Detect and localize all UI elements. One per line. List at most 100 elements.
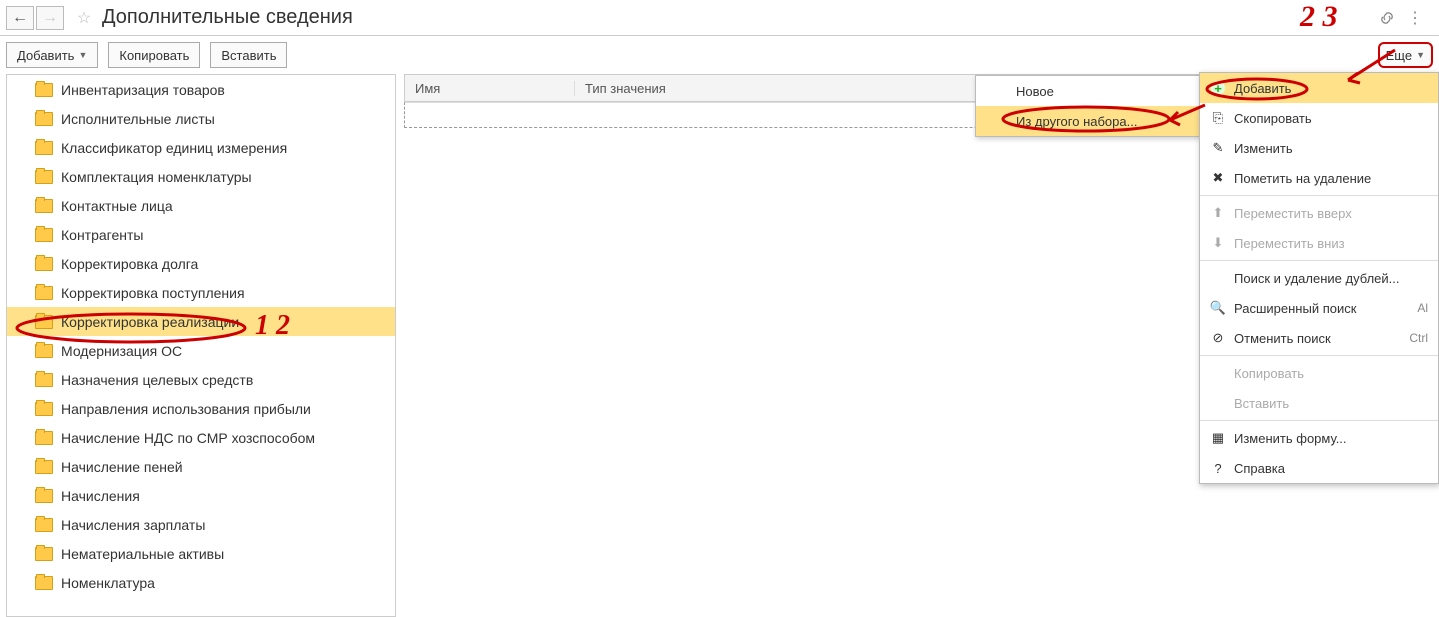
folder-icon (35, 83, 53, 97)
tree-item-label: Классификатор единиц измерения (61, 140, 287, 156)
copy-icon: ⎘ (1210, 110, 1226, 126)
tree-item[interactable]: Классификатор единиц измерения (7, 133, 395, 162)
context-menu-item[interactable]: ▦ Изменить форму... (1200, 423, 1438, 453)
context-menu-label: Скопировать (1234, 111, 1312, 126)
tree-item[interactable]: Номенклатура (7, 568, 395, 597)
kebab-menu-icon[interactable]: ⋮ (1405, 8, 1425, 28)
tree-item[interactable]: Нематериальные активы (7, 539, 395, 568)
context-menu-item: ⬆ Переместить вверх (1200, 198, 1438, 228)
context-menu-item[interactable]: Поиск и удаление дублей... (1200, 263, 1438, 293)
add-submenu: Новое Из другого набора... (975, 75, 1200, 137)
folder-icon (35, 141, 53, 155)
tree-item[interactable]: Комплектация номенклатуры (7, 162, 395, 191)
context-menu-item[interactable]: + Добавить (1200, 73, 1438, 103)
tree-item[interactable]: Корректировка долга (7, 249, 395, 278)
up-icon: ⬆ (1210, 205, 1226, 221)
form-icon: ▦ (1210, 430, 1226, 446)
header: ← → ☆ Дополнительные сведения ⋮ (0, 0, 1439, 36)
context-menu-item[interactable]: ✖ Пометить на удаление (1200, 163, 1438, 193)
chevron-down-icon: ▼ (78, 50, 87, 60)
tree-item-label: Корректировка поступления (61, 285, 245, 301)
toolbar: Добавить ▼ Копировать Вставить Еще ▼ (0, 36, 1439, 74)
context-menu-label: Пометить на удаление (1234, 171, 1371, 186)
context-menu-label: Переместить вверх (1234, 206, 1352, 221)
tree-item[interactable]: Инвентаризация товаров (7, 75, 395, 104)
more-button-label: Еще (1386, 48, 1412, 63)
plus-icon: + (1210, 80, 1226, 96)
tree-item[interactable]: Корректировка поступления (7, 278, 395, 307)
folder-icon (35, 373, 53, 387)
edit-icon: ✎ (1210, 140, 1226, 156)
context-menu-item: ⬇Переместить вниз (1200, 228, 1438, 258)
favorite-button[interactable]: ☆ (72, 6, 96, 30)
tree-item-label: Начисление пеней (61, 459, 183, 475)
sidebar[interactable]: Инвентаризация товаров Исполнительные лис… (6, 74, 396, 617)
column-name[interactable]: Имя (405, 81, 575, 96)
context-menu-item: Вставить (1200, 388, 1438, 418)
folder-icon (35, 518, 53, 532)
cancel-icon: ⊘ (1210, 330, 1226, 346)
tree-item[interactable]: Назначения целевых средств (7, 365, 395, 394)
more-button[interactable]: Еще ▼ (1378, 42, 1433, 68)
folder-icon (35, 257, 53, 271)
context-menu-label: Копировать (1234, 366, 1304, 381)
folder-icon (35, 315, 53, 329)
chevron-down-icon: ▼ (1416, 50, 1425, 60)
tree-item-label: Направления использования прибыли (61, 401, 311, 417)
link-icon[interactable] (1377, 8, 1397, 28)
tree-item[interactable]: Начисления (7, 481, 395, 510)
tree-item-label: Корректировка долга (61, 256, 198, 272)
context-menu-item[interactable]: ?Справка (1200, 453, 1438, 483)
folder-icon (35, 112, 53, 126)
help-icon: ? (1210, 460, 1226, 476)
context-menu-item[interactable]: ⎘ Скопировать (1200, 103, 1438, 133)
tree-item[interactable]: Модернизация ОС (7, 336, 395, 365)
folder-icon (35, 402, 53, 416)
hotkey-label: Al (1417, 301, 1428, 315)
context-menu-item[interactable]: 🔍 Расширенный поиск Al (1200, 293, 1438, 323)
tree-item-label: Нематериальные активы (61, 546, 224, 562)
submenu-new[interactable]: Новое (976, 76, 1199, 106)
tree-item-label: Исполнительные листы (61, 111, 215, 127)
context-menu-item[interactable]: ⊘Отменить поискCtrl (1200, 323, 1438, 353)
copy-button[interactable]: Копировать (108, 42, 200, 68)
tree-item-label: Назначения целевых средств (61, 372, 253, 388)
tree-item[interactable]: Корректировка реализации (7, 307, 395, 336)
folder-icon (35, 199, 53, 213)
folder-icon (35, 460, 53, 474)
tree-item[interactable]: Контрагенты (7, 220, 395, 249)
add-button[interactable]: Добавить ▼ (6, 42, 98, 68)
tree-item[interactable]: Направления использования прибыли (7, 394, 395, 423)
tree-item-label: Инвентаризация товаров (61, 82, 225, 98)
tree-item-label: Контактные лица (61, 198, 173, 214)
hotkey-label: Ctrl (1409, 331, 1428, 345)
tree-item-label: Модернизация ОС (61, 343, 182, 359)
context-menu-label: Переместить вниз (1234, 236, 1345, 251)
paste-button[interactable]: Вставить (210, 42, 287, 68)
tree-item-label: Начисление НДС по СМР хозспособом (61, 430, 315, 446)
tree-item[interactable]: Начисления зарплаты (7, 510, 395, 539)
context-menu-label: Вставить (1234, 396, 1289, 411)
tree-item[interactable]: Начисление НДС по СМР хозспособом (7, 423, 395, 452)
folder-icon (35, 344, 53, 358)
folder-icon (35, 547, 53, 561)
delete-icon: ✖ (1210, 170, 1226, 186)
submenu-from-other-set[interactable]: Из другого набора... (976, 106, 1199, 136)
tree-item[interactable]: Начисление пеней (7, 452, 395, 481)
tree-item-label: Корректировка реализации (61, 314, 239, 330)
context-menu-label: Добавить (1234, 81, 1291, 96)
add-button-label: Добавить (17, 48, 74, 63)
context-menu-label: Изменить форму... (1234, 431, 1347, 446)
forward-button[interactable]: → (36, 6, 64, 30)
tree-item[interactable]: Контактные лица (7, 191, 395, 220)
tree-item[interactable]: Исполнительные листы (7, 104, 395, 133)
search-icon: 🔍 (1210, 300, 1226, 316)
tree-item-label: Контрагенты (61, 227, 143, 243)
folder-icon (35, 576, 53, 590)
context-menu: + Добавить ⎘ Скопировать ✎Изменить ✖ Пометить … (1199, 72, 1439, 484)
tree-item-label: Номенклатура (61, 575, 155, 591)
context-menu-item[interactable]: ✎Изменить (1200, 133, 1438, 163)
back-button[interactable]: ← (6, 6, 34, 30)
context-menu-label: Расширенный поиск (1234, 301, 1356, 316)
folder-icon (35, 431, 53, 445)
